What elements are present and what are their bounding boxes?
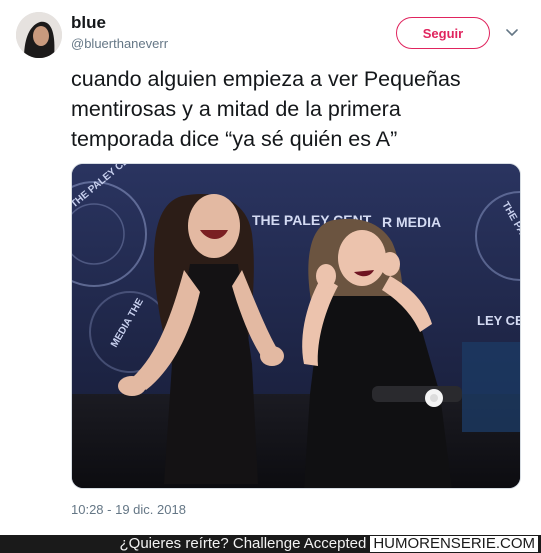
- avatar[interactable]: [16, 12, 62, 58]
- follow-button[interactable]: Seguir: [396, 17, 490, 49]
- tweet-timestamp[interactable]: 10:28 - 19 dic. 2018: [71, 502, 186, 517]
- watermark-bar: ¿Quieres reírte? Challenge Accepted HUMO…: [0, 535, 541, 553]
- backdrop-logo-text: R MEDIA: [382, 214, 441, 230]
- tweet-card: blue @bluerthaneverr Seguir cuando algui…: [0, 0, 541, 535]
- tweet-photo[interactable]: THE PALEY CENTER FOR MEDIA THE PALEY CEN…: [71, 163, 521, 489]
- chevron-down-icon[interactable]: [504, 27, 520, 39]
- backdrop-logo-text: LEY CE: [477, 313, 521, 328]
- display-name[interactable]: blue: [71, 13, 106, 33]
- watermark-tagline: ¿Quieres reírte? Challenge Accepted: [119, 535, 367, 552]
- user-handle[interactable]: @bluerthaneverr: [71, 36, 168, 51]
- tweet-text: cuando alguien empieza a ver Pequeñas me…: [71, 67, 461, 151]
- watermark-site: HUMORENSERIE.COM: [370, 536, 538, 552]
